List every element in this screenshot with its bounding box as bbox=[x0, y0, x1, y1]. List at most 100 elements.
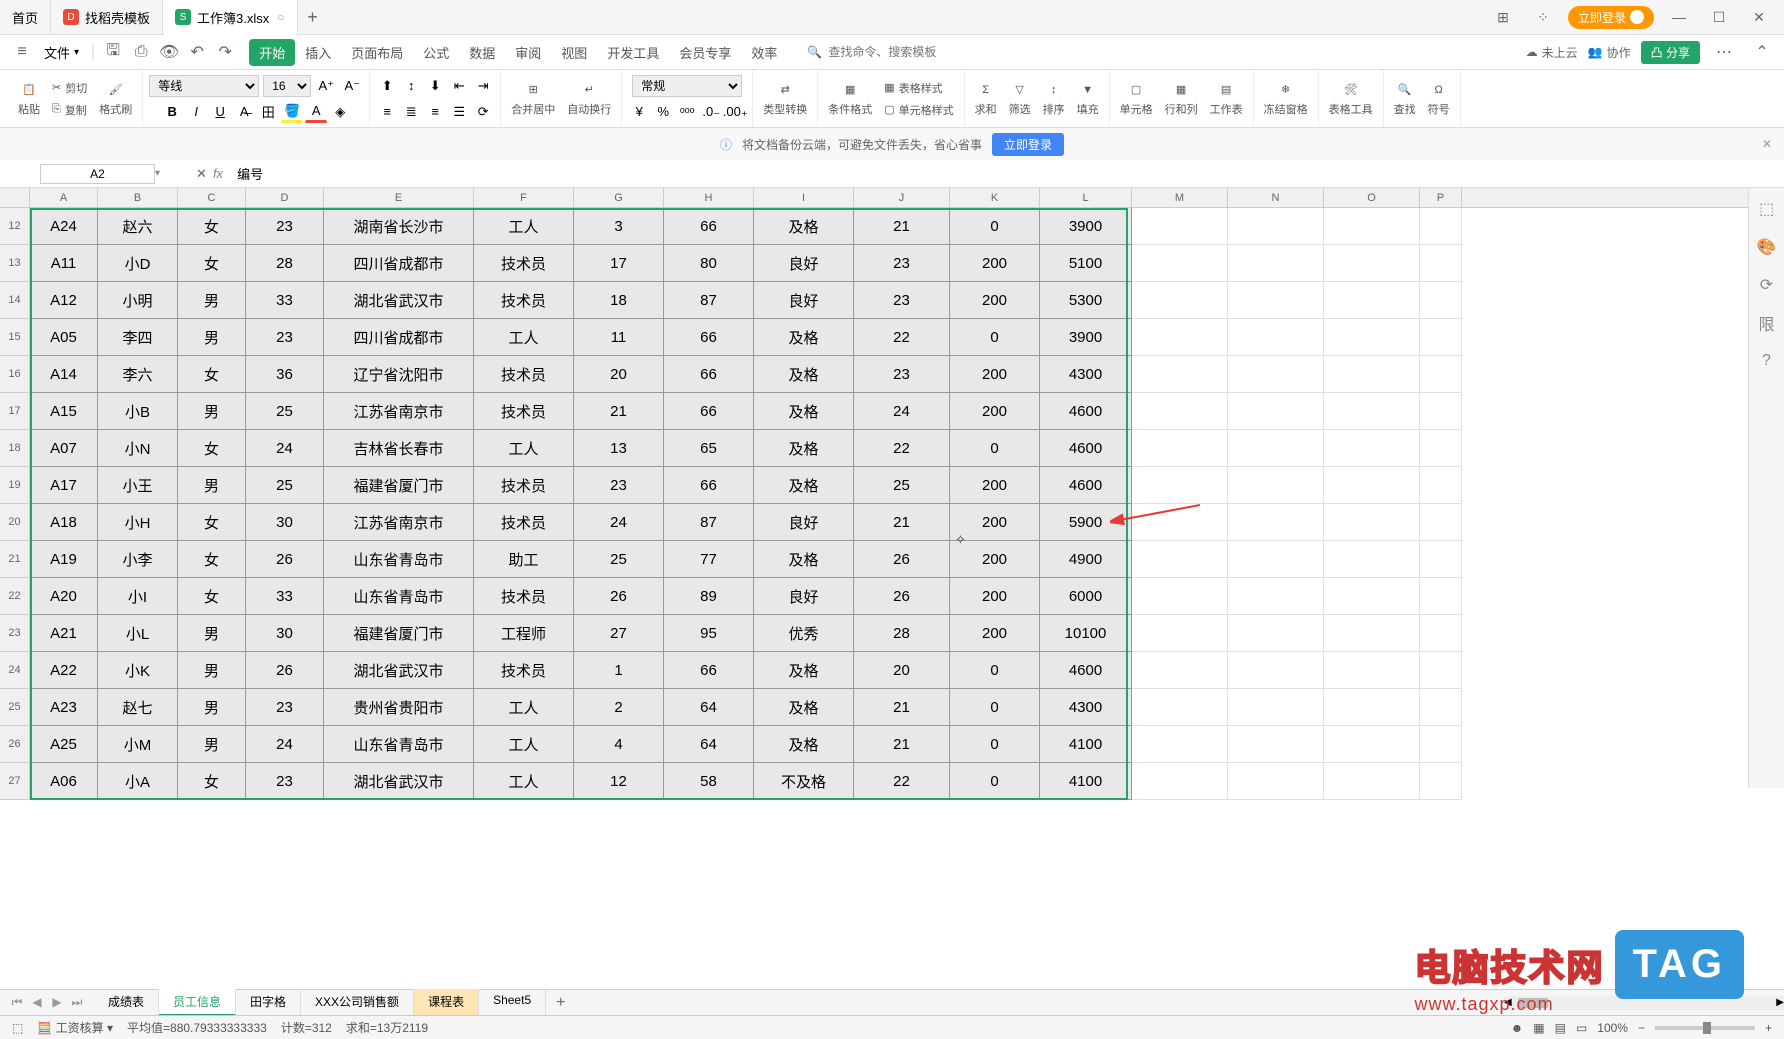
empty-cell[interactable] bbox=[1132, 652, 1228, 689]
cell[interactable]: 4900 bbox=[1040, 541, 1132, 578]
sidebar-select-icon[interactable]: ⬚ bbox=[1756, 198, 1778, 220]
sheet-next-icon[interactable]: ▶ bbox=[48, 995, 66, 1010]
zoom-slider[interactable] bbox=[1655, 1026, 1755, 1030]
row-header-14[interactable]: 14 bbox=[0, 282, 29, 319]
cell[interactable]: 及格 bbox=[754, 689, 854, 726]
cell[interactable]: 男 bbox=[178, 319, 246, 356]
cell[interactable]: A11 bbox=[30, 245, 98, 282]
status-calc[interactable]: 🧮 工资核算 ▾ bbox=[37, 1019, 113, 1036]
cell[interactable]: A07 bbox=[30, 430, 98, 467]
redo-icon[interactable]: ↷ bbox=[213, 40, 237, 64]
empty-cell[interactable] bbox=[1132, 578, 1228, 615]
cell[interactable]: 200 bbox=[950, 578, 1040, 615]
cell[interactable]: 及格 bbox=[754, 652, 854, 689]
empty-cell[interactable] bbox=[1132, 356, 1228, 393]
empty-cell[interactable] bbox=[1324, 319, 1420, 356]
align-right-icon[interactable]: ≡ bbox=[424, 101, 446, 123]
cell[interactable]: 23 bbox=[246, 763, 324, 800]
cell[interactable]: 18 bbox=[574, 282, 664, 319]
empty-cell[interactable] bbox=[1420, 578, 1462, 615]
empty-cell[interactable] bbox=[1324, 504, 1420, 541]
empty-cell[interactable] bbox=[1228, 430, 1324, 467]
cell[interactable]: 不及格 bbox=[754, 763, 854, 800]
empty-cell[interactable] bbox=[1228, 504, 1324, 541]
fill-button[interactable]: ▼填充 bbox=[1073, 79, 1103, 119]
empty-cell[interactable] bbox=[1228, 689, 1324, 726]
cell[interactable]: 4300 bbox=[1040, 689, 1132, 726]
cell[interactable]: 女 bbox=[178, 356, 246, 393]
empty-cell[interactable] bbox=[1228, 467, 1324, 504]
cell[interactable]: 李四 bbox=[98, 319, 178, 356]
cell[interactable]: 良好 bbox=[754, 245, 854, 282]
cell[interactable]: 良好 bbox=[754, 504, 854, 541]
cell[interactable]: 及格 bbox=[754, 319, 854, 356]
cell[interactable]: A25 bbox=[30, 726, 98, 763]
menu-member[interactable]: 会员专享 bbox=[669, 39, 741, 66]
row-header-23[interactable]: 23 bbox=[0, 615, 29, 652]
preview-icon[interactable]: 👁 bbox=[157, 40, 181, 64]
cell[interactable]: 22 bbox=[854, 763, 950, 800]
cell[interactable]: 小L bbox=[98, 615, 178, 652]
cell[interactable]: 23 bbox=[574, 467, 664, 504]
empty-cell[interactable] bbox=[1228, 763, 1324, 800]
sheet-tab[interactable]: Sheet5 bbox=[479, 989, 546, 1016]
empty-cell[interactable] bbox=[1228, 245, 1324, 282]
cell[interactable]: 12 bbox=[574, 763, 664, 800]
row-header-27[interactable]: 27 bbox=[0, 763, 29, 800]
zoom-thumb[interactable] bbox=[1703, 1022, 1711, 1034]
find-button[interactable]: 🔍查找 bbox=[1390, 79, 1420, 119]
cell[interactable]: 1 bbox=[574, 652, 664, 689]
empty-cell[interactable] bbox=[1420, 541, 1462, 578]
fill-color-button[interactable]: 🪣 bbox=[281, 101, 303, 123]
cell[interactable]: 女 bbox=[178, 245, 246, 282]
cell[interactable]: 23 bbox=[854, 245, 950, 282]
cell[interactable]: A18 bbox=[30, 504, 98, 541]
empty-cell[interactable] bbox=[1132, 430, 1228, 467]
empty-cell[interactable] bbox=[1228, 282, 1324, 319]
cell[interactable]: 工人 bbox=[474, 319, 574, 356]
cell[interactable]: A19 bbox=[30, 541, 98, 578]
menu-data[interactable]: 数据 bbox=[459, 39, 505, 66]
cell[interactable]: 小B bbox=[98, 393, 178, 430]
tab-workbook[interactable]: S 工作簿3.xlsx ○ bbox=[163, 0, 297, 35]
cell[interactable]: 20 bbox=[854, 652, 950, 689]
empty-cell[interactable] bbox=[1324, 615, 1420, 652]
table-tools-button[interactable]: 🛠表格工具 bbox=[1325, 79, 1377, 119]
sheet-prev-icon[interactable]: ◀ bbox=[28, 995, 46, 1010]
empty-cell[interactable] bbox=[1324, 282, 1420, 319]
empty-cell[interactable] bbox=[1324, 467, 1420, 504]
cell[interactable]: 技术员 bbox=[474, 652, 574, 689]
empty-cell[interactable] bbox=[1420, 689, 1462, 726]
cell[interactable]: 0 bbox=[950, 430, 1040, 467]
cell[interactable]: 66 bbox=[664, 467, 754, 504]
cell[interactable]: 男 bbox=[178, 652, 246, 689]
empty-cell[interactable] bbox=[1132, 393, 1228, 430]
empty-cell[interactable] bbox=[1420, 726, 1462, 763]
empty-cell[interactable] bbox=[1228, 578, 1324, 615]
cell[interactable]: 200 bbox=[950, 504, 1040, 541]
col-header-A[interactable]: A bbox=[30, 188, 98, 207]
row-header-19[interactable]: 19 bbox=[0, 467, 29, 504]
cell[interactable]: 技术员 bbox=[474, 245, 574, 282]
cell[interactable]: A05 bbox=[30, 319, 98, 356]
cloud-button[interactable]: ☁ 未上云 bbox=[1526, 44, 1578, 61]
align-bottom-icon[interactable]: ⬇ bbox=[424, 75, 446, 97]
cell[interactable]: 6000 bbox=[1040, 578, 1132, 615]
col-header-J[interactable]: J bbox=[854, 188, 950, 207]
empty-cell[interactable] bbox=[1420, 208, 1462, 245]
cell[interactable]: 5900 bbox=[1040, 504, 1132, 541]
row-header-12[interactable]: 12 bbox=[0, 208, 29, 245]
zoom-value[interactable]: 100% bbox=[1597, 1021, 1628, 1035]
cell[interactable]: 男 bbox=[178, 393, 246, 430]
freeze-button[interactable]: ❄冻结窗格 bbox=[1260, 79, 1312, 119]
cut-button[interactable]: ✂剪切 bbox=[48, 78, 91, 98]
cell[interactable]: 小D bbox=[98, 245, 178, 282]
empty-cell[interactable] bbox=[1228, 726, 1324, 763]
undo-icon[interactable]: ↶ bbox=[185, 40, 209, 64]
row-header-25[interactable]: 25 bbox=[0, 689, 29, 726]
cell[interactable]: 33 bbox=[246, 578, 324, 615]
cell[interactable]: 27 bbox=[574, 615, 664, 652]
decrease-decimal-icon[interactable]: .0₋ bbox=[700, 101, 722, 123]
cell[interactable]: 赵七 bbox=[98, 689, 178, 726]
collapse-icon[interactable]: ⌃ bbox=[1750, 40, 1774, 64]
